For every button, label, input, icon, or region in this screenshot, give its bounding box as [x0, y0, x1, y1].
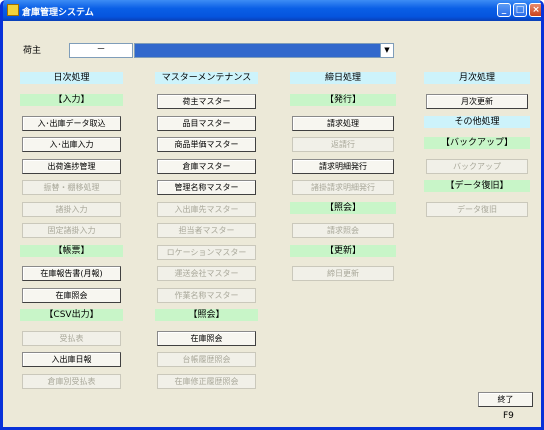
menu-button[interactable]: 品目マスター: [157, 116, 256, 131]
section-label: 【データ復旧】: [424, 180, 530, 192]
section-label: 【帳票】: [20, 245, 123, 257]
title-bar[interactable]: 倉庫管理システム _ □ ×: [3, 0, 541, 21]
column-header: 日次処理: [20, 72, 123, 84]
app-icon: [7, 4, 19, 16]
section-label: 【発行】: [290, 94, 396, 106]
menu-button[interactable]: 台帳履歴照会: [157, 352, 256, 367]
section-label: 【入力】: [20, 94, 123, 106]
menu-button[interactable]: 振替・棚移処理: [22, 180, 121, 195]
menu-button[interactable]: 在庫報告書(月報): [22, 266, 121, 281]
menu-button[interactable]: 出荷進捗管理: [22, 159, 121, 174]
merchant-code-field[interactable]: －: [69, 43, 133, 58]
section-label: 【CSV出力】: [20, 309, 123, 321]
menu-button[interactable]: 入出庫日報: [22, 352, 121, 367]
menu-button[interactable]: 管理名称マスター: [157, 180, 256, 195]
menu-button[interactable]: 諸掛請求明細発行: [292, 180, 394, 195]
menu-button[interactable]: 倉庫マスター: [157, 159, 256, 174]
menu-button[interactable]: 在庫照会: [157, 331, 256, 346]
close-button[interactable]: ×: [529, 3, 541, 17]
menu-button[interactable]: バックアップ: [426, 159, 528, 174]
section-label: 【バックアップ】: [424, 137, 530, 149]
column-header: マスターメンテナンス: [155, 72, 258, 84]
section-label: 【照会】: [155, 309, 258, 321]
maximize-button[interactable]: □: [513, 3, 527, 17]
menu-button[interactable]: データ復旧: [426, 202, 528, 217]
section-label: 【照会】: [290, 202, 396, 214]
menu-button[interactable]: 締日更新: [292, 266, 394, 281]
menu-button[interactable]: 入出庫先マスター: [157, 202, 256, 217]
exit-button[interactable]: 終了: [478, 392, 533, 407]
section-label: 【更新】: [290, 245, 396, 257]
menu-button[interactable]: 受払表: [22, 331, 121, 346]
menu-button[interactable]: 請求処理: [292, 116, 394, 131]
menu-button[interactable]: 返請行: [292, 137, 394, 152]
menu-button[interactable]: 請求明細発行: [292, 159, 394, 174]
menu-button[interactable]: 作業名称マスター: [157, 288, 256, 303]
minimize-button[interactable]: _: [497, 3, 511, 17]
menu-button[interactable]: 固定諸掛入力: [22, 223, 121, 238]
menu-button[interactable]: ロケーションマスター: [157, 245, 256, 260]
menu-button[interactable]: 荷主マスター: [157, 94, 256, 109]
client-area: 荷主 － ▼ 日次処理【入力】入･出庫データ取込 入･出庫入力 出荷進捗管理 振替・棚…: [6, 21, 541, 427]
column-header: その他処理: [424, 116, 530, 128]
menu-button[interactable]: 商品単価マスター: [157, 137, 256, 152]
menu-button[interactable]: 在庫修正履歴照会: [157, 374, 256, 389]
menu-button[interactable]: 在庫照会: [22, 288, 121, 303]
menu-button[interactable]: 入･出庫入力: [22, 137, 121, 152]
app-window: 倉庫管理システム _ □ × 荷主 － ▼ 日次処理 【入力】 入･出庫データ取込入…: [0, 0, 544, 430]
exit-shortcut: F9: [503, 411, 514, 421]
menu-button[interactable]: 請求照会: [292, 223, 394, 238]
chevron-down-icon[interactable]: ▼: [380, 44, 393, 57]
menu-button[interactable]: 倉庫別受払表: [22, 374, 121, 389]
menu-button[interactable]: 運送会社マスター: [157, 266, 256, 281]
menu-button[interactable]: 諸掛入力: [22, 202, 121, 217]
column-header: 月次処理: [424, 72, 530, 84]
menu-button[interactable]: 入･出庫データ取込: [22, 116, 121, 131]
column-header: 締日処理: [290, 72, 396, 84]
menu-button[interactable]: 月次更新: [426, 94, 528, 109]
merchant-select[interactable]: ▼: [134, 43, 394, 58]
merchant-label: 荷主: [23, 46, 42, 56]
window-title: 倉庫管理システム: [22, 8, 94, 18]
menu-button[interactable]: 担当者マスター: [157, 223, 256, 238]
